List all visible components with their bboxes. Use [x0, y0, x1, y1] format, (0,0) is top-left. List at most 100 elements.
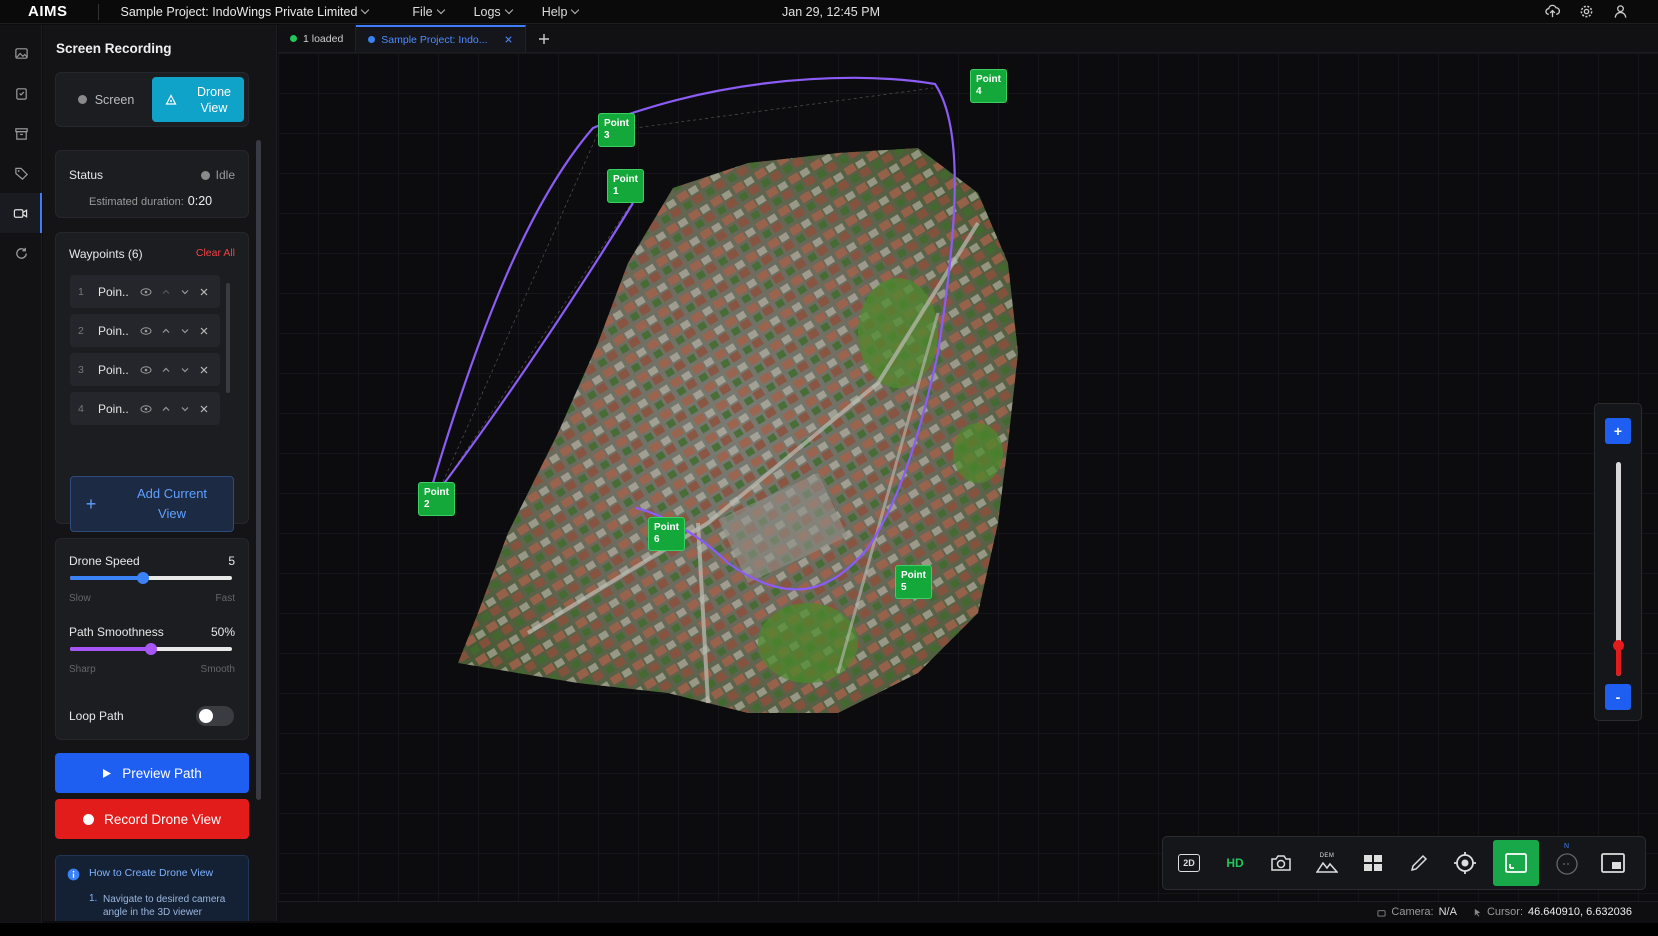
gear-icon[interactable]	[1578, 3, 1594, 19]
waypoints-card: Waypoints (6) Clear All 1 Poin.. 2 Poin.…	[55, 232, 249, 532]
compass-button[interactable]: N	[1549, 843, 1585, 883]
pencil-icon	[1410, 854, 1428, 872]
info-icon	[67, 868, 80, 881]
zoom-out-button[interactable]: -	[1605, 684, 1631, 710]
toggle-2d-button[interactable]: 2D	[1171, 843, 1207, 883]
waypoint-marker-2[interactable]: Point 2	[418, 482, 455, 516]
dem-button[interactable]: DEM	[1309, 843, 1345, 883]
drone-speed-label: Drone Speed	[69, 554, 140, 568]
waypoint-actions	[140, 325, 209, 337]
capture-view-button[interactable]	[1595, 843, 1631, 883]
drone-speed-thumb[interactable]	[136, 572, 149, 584]
layout-button[interactable]	[1355, 843, 1391, 883]
eye-icon[interactable]	[140, 364, 152, 376]
howto-step-text: Navigate to desired camera angle in the …	[103, 893, 225, 919]
eye-icon[interactable]	[140, 286, 152, 298]
loop-path-label: Loop Path	[69, 709, 124, 723]
clear-all-button[interactable]: Clear All	[196, 247, 235, 259]
eye-icon[interactable]	[140, 325, 152, 337]
refresh-icon	[15, 247, 27, 259]
close-icon[interactable]	[199, 404, 209, 414]
waypoint-name: Poin..	[98, 362, 129, 377]
rail-recording[interactable]	[0, 193, 42, 233]
waypoints-scrollbar[interactable]	[226, 283, 230, 393]
close-icon[interactable]	[199, 287, 209, 297]
loop-path-toggle[interactable]	[196, 706, 234, 726]
camera-value: N/A	[1438, 906, 1457, 918]
rail-archive[interactable]	[0, 113, 42, 153]
chevron-up-icon[interactable]	[161, 326, 171, 336]
chevron-down-icon[interactable]	[180, 404, 190, 414]
status-bar-readouts: Camera: N/A Cursor: 46.640910, 6.632036	[1377, 906, 1632, 918]
map-canvas[interactable]	[278, 53, 1658, 901]
drone-speed-slider[interactable]	[70, 572, 232, 584]
cloud-upload-icon[interactable]	[1544, 3, 1560, 19]
waypoint-row[interactable]: 3 Poin..	[70, 353, 220, 386]
waypoint-marker-label: Point	[976, 74, 1001, 85]
chevron-up-icon[interactable]	[161, 404, 171, 414]
chevron-down-icon[interactable]	[180, 365, 190, 375]
add-current-view-button[interactable]: + Add Current View	[70, 476, 234, 532]
path-smoothness-max: Smooth	[200, 664, 235, 675]
path-smoothness-slider[interactable]	[70, 643, 232, 655]
waypoint-name: Poin..	[98, 284, 129, 299]
3d-viewer[interactable]: Point 1 Point 2 Point 3 Point 4 Point 5 Point…	[278, 53, 1658, 901]
preview-path-button[interactable]: Preview Path	[55, 753, 249, 793]
chevron-up-icon[interactable]	[161, 365, 171, 375]
tab-project[interactable]: Sample Project: Indo...	[356, 25, 526, 52]
drone-speed-value: 5	[228, 554, 235, 568]
record-drone-view-button[interactable]: Record Drone View	[55, 799, 249, 839]
chevron-up-icon[interactable]	[161, 287, 171, 297]
mode-drone-label: Drone View	[197, 84, 231, 116]
hd-button[interactable]: HD	[1217, 843, 1253, 883]
waypoint-marker-5[interactable]: Point 5	[895, 565, 932, 599]
screenshot-button[interactable]	[1263, 843, 1299, 883]
add-tab-button[interactable]	[526, 25, 562, 52]
rail-tags[interactable]	[0, 153, 42, 193]
mode-screen-button[interactable]: Screen	[60, 77, 152, 122]
fit-view-button[interactable]	[1493, 840, 1539, 886]
waypoint-marker-1[interactable]: Point 1	[607, 169, 644, 203]
mode-drone-view-button[interactable]: Drone View	[152, 77, 244, 122]
park-area	[758, 603, 858, 683]
close-icon[interactable]	[199, 326, 209, 336]
zoom-thumb[interactable]	[1613, 640, 1624, 652]
howto-step-number: 1.	[89, 893, 98, 904]
camera-label: Camera:	[1391, 906, 1434, 918]
rail-tasks[interactable]	[0, 73, 42, 113]
eye-icon[interactable]	[140, 403, 152, 415]
waypoint-marker-4[interactable]: Point 4	[970, 69, 1007, 103]
tab-loaded[interactable]: 1 loaded	[278, 25, 357, 52]
waypoint-marker-number: 6	[654, 534, 660, 545]
waypoint-marker-3[interactable]: Point 3	[598, 113, 635, 147]
rail-gallery[interactable]	[0, 33, 42, 73]
path-smoothness-thumb[interactable]	[145, 643, 157, 655]
user-icon[interactable]	[1612, 3, 1628, 19]
howto-step-line1: Navigate to desired camera	[103, 894, 226, 905]
waypoint-row[interactable]: 1 Poin..	[70, 275, 220, 308]
screen-recording-panel: Screen Recording Screen Drone View Statu…	[43, 25, 277, 921]
rail-refresh[interactable]	[0, 233, 42, 273]
project-selector[interactable]: Sample Project: IndoWings Private Limite…	[121, 5, 370, 19]
waypoint-marker-6[interactable]: Point 6	[648, 517, 685, 551]
picture-in-picture-icon	[1601, 853, 1625, 873]
viewer-toolbar: 2D HD DEM N	[1162, 836, 1646, 890]
draw-button[interactable]	[1401, 843, 1437, 883]
zoom-slider[interactable]	[1613, 462, 1624, 676]
close-icon[interactable]	[199, 365, 209, 375]
menu-logs[interactable]: Logs	[473, 4, 513, 19]
close-icon[interactable]	[504, 35, 513, 44]
chevron-down-icon[interactable]	[180, 326, 190, 336]
waypoint-marker-label: Point	[654, 522, 679, 533]
menu-help[interactable]: Help	[542, 5, 580, 19]
menu-logs-label: Logs	[473, 4, 501, 19]
locate-button[interactable]	[1447, 843, 1483, 883]
mode-screen-label: Screen	[94, 92, 135, 107]
panel-scrollbar[interactable]	[256, 140, 261, 800]
menu-file[interactable]: File	[412, 5, 445, 19]
zoom-in-button[interactable]: +	[1605, 418, 1631, 444]
town-buildings	[458, 148, 1018, 713]
waypoint-row[interactable]: 4 Poin..	[70, 392, 220, 425]
chevron-down-icon[interactable]	[180, 287, 190, 297]
waypoint-row[interactable]: 2 Poin..	[70, 314, 220, 347]
